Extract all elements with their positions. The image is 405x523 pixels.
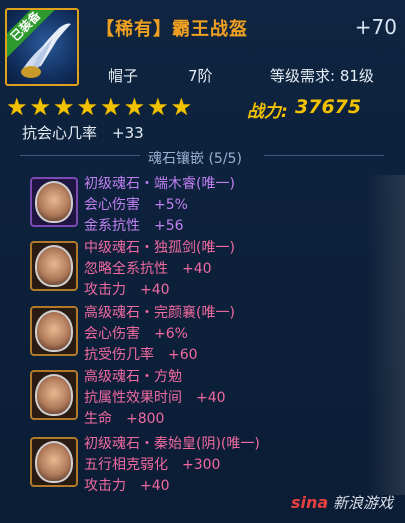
power-label: 战力:: [247, 102, 288, 122]
soulstone-portrait-icon[interactable]: [30, 306, 78, 356]
star-icon: ★: [53, 93, 75, 121]
portrait-face-icon: [35, 310, 73, 352]
soulstone-name: 高级魂石・方勉: [84, 369, 182, 385]
item-name: 【稀有】霸王战盔: [96, 19, 248, 40]
soulstone-attribute: 会心伤害 +6%: [84, 326, 188, 342]
enhance-level: +70: [354, 15, 397, 39]
star-icon: ★: [147, 93, 169, 121]
power-value: 37675: [295, 96, 362, 118]
soulstone-attribute: 金系抗性 +56: [84, 218, 184, 234]
base-attribute: 抗会心几率 +33: [22, 124, 144, 142]
soulstone-name: 高级魂石・完颜襄(唯一): [84, 305, 235, 321]
portrait-face-icon: [35, 181, 73, 223]
soulstone-attribute: 抗受伤几率 +60: [84, 347, 198, 363]
level-requirement: 等级需求: 81级: [270, 67, 374, 85]
star-icon: ★: [6, 93, 28, 121]
divider-left: [20, 155, 140, 156]
soulstone-attribute: 抗属性效果时间 +40: [84, 390, 226, 406]
soulstone-portrait-icon[interactable]: [30, 437, 78, 487]
star-icon: ★: [100, 93, 122, 121]
star-icon: ★: [170, 93, 193, 121]
soulstone-attribute: 攻击力 +40: [84, 478, 170, 494]
soulstone-attribute: 生命 +800: [84, 411, 165, 427]
item-tier: 7阶: [188, 67, 213, 85]
portrait-face-icon: [35, 441, 73, 483]
watermark: sina 新浪游戏: [291, 492, 393, 513]
star-icon: ★: [29, 93, 52, 121]
soulstone-name: 初级魂石・端木睿(唯一): [84, 176, 235, 192]
star-rating: ★ ★ ★ ★ ★ ★ ★ ★: [6, 95, 192, 119]
divider-right: [264, 155, 384, 156]
star-icon: ★: [123, 93, 146, 121]
soulstone-attribute: 五行相克弱化 +300: [84, 457, 221, 473]
soulstone-attribute: 攻击力 +40: [84, 282, 170, 298]
soulstone-portrait-icon[interactable]: [30, 241, 78, 291]
helmet-icon[interactable]: 已装备: [5, 8, 79, 86]
soulstone-attribute: 忽略全系抗性 +40: [84, 261, 212, 277]
star-icon: ★: [76, 93, 99, 121]
item-tooltip: 已装备 【稀有】霸王战盔 +70 帽子 7阶 等级需求: 81级 ★ ★ ★ ★ ★ ★ ★…: [0, 0, 405, 523]
soulstone-portrait-icon[interactable]: [30, 370, 78, 420]
background-shadow: [367, 175, 405, 495]
sina-logo: sina: [291, 493, 329, 512]
soulstone-attribute: 会心伤害 +5%: [84, 197, 188, 213]
watermark-text: 新浪游戏: [332, 494, 393, 512]
soulstone-name: 中级魂石・独孤剑(唯一): [84, 240, 235, 256]
item-type: 帽子: [108, 67, 139, 85]
portrait-face-icon: [35, 374, 73, 416]
section-title: 魂石镶嵌 (5/5): [148, 151, 242, 167]
portrait-face-icon: [35, 245, 73, 287]
soulstone-portrait-icon[interactable]: [30, 177, 78, 227]
soulstone-name: 初级魂石・秦始皇(阴)(唯一): [84, 436, 260, 452]
